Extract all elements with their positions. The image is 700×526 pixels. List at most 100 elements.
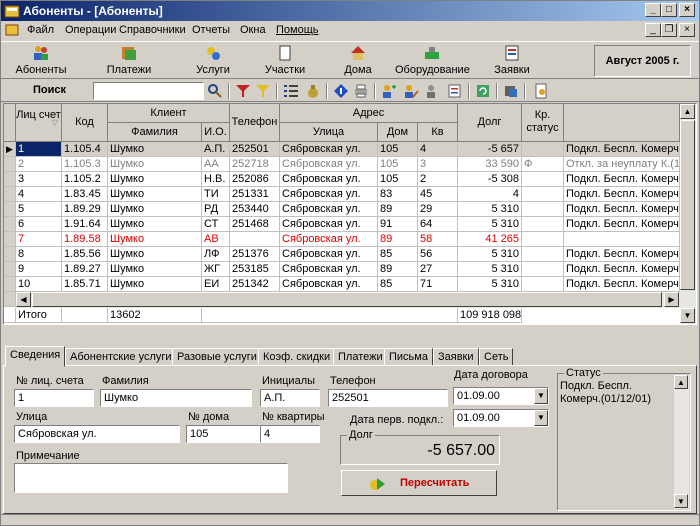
cell-street[interactable]: Сябровская ул.	[280, 217, 378, 232]
cell-io[interactable]: ТИ	[202, 187, 230, 202]
cell-surname[interactable]: Шумко	[108, 202, 202, 217]
cell-flat[interactable]: 64	[418, 217, 458, 232]
cell-surname[interactable]: Шумко	[108, 217, 202, 232]
cell-street[interactable]: Сябровская ул.	[280, 202, 378, 217]
cell-kod[interactable]: 1.105.3	[62, 157, 108, 172]
header-street[interactable]: Улица	[280, 123, 378, 142]
cell-status[interactable]: Подкл. Беспл. Комерч.(01/1	[564, 247, 680, 262]
cell-debt[interactable]: 5 310	[458, 277, 522, 292]
list-view-button[interactable]	[281, 82, 301, 100]
equipment-button[interactable]: Оборудование	[395, 44, 470, 78]
edit-subscriber-button[interactable]	[401, 82, 421, 100]
cell-kr[interactable]	[522, 217, 564, 232]
cell-kr[interactable]	[522, 142, 564, 157]
tab-requests[interactable]: Заявки	[433, 348, 479, 366]
cell-kr[interactable]	[522, 232, 564, 247]
cell-lic[interactable]: 6	[16, 217, 62, 232]
subscribers-button[interactable]: Абоненты	[9, 44, 73, 78]
cell-flat[interactable]: 3	[418, 157, 458, 172]
cell-house[interactable]: 85	[378, 247, 418, 262]
cell-flat[interactable]: 4	[418, 142, 458, 157]
tab-discounts[interactable]: Коэф. скидки	[258, 348, 336, 366]
tab-info[interactable]: Сведения	[5, 346, 66, 367]
cell-kod[interactable]: 1.89.29	[62, 202, 108, 217]
cell-kr[interactable]	[522, 247, 564, 262]
flat-field[interactable]: 4	[260, 425, 320, 443]
refresh-button[interactable]	[473, 82, 493, 100]
header-house[interactable]: Дом	[378, 123, 418, 142]
header-kod[interactable]: Код	[62, 104, 108, 142]
cell-house[interactable]: 105	[378, 157, 418, 172]
note-field[interactable]	[14, 463, 288, 493]
cell-house[interactable]: 91	[378, 217, 418, 232]
tab-subscription-services[interactable]: Абонентские услуги	[65, 348, 177, 366]
first-connection-field[interactable]: 01.09.00 ▼	[453, 409, 549, 427]
cell-flat[interactable]: 56	[418, 247, 458, 262]
cell-kr[interactable]	[522, 202, 564, 217]
minimize-button[interactable]: _	[645, 3, 661, 17]
cell-surname[interactable]: Шумко	[108, 157, 202, 172]
grid-vscrollbar[interactable]: ▲ ▼	[680, 104, 696, 324]
cell-io[interactable]: ЛФ	[202, 247, 230, 262]
surname-field[interactable]: Шумко	[100, 389, 252, 407]
cell-kod[interactable]: 1.85.56	[62, 247, 108, 262]
tab-network[interactable]: Сеть	[479, 348, 514, 366]
cell-surname[interactable]: Шумко	[108, 277, 202, 292]
header-lic[interactable]: Лиц счет ▽	[16, 104, 62, 142]
status-vscrollbar[interactable]: ▲ ▼	[674, 375, 689, 509]
cell-phone[interactable]: 251376	[230, 247, 280, 262]
mdi-restore-button[interactable]: ❐	[661, 23, 677, 37]
requests-button[interactable]: Заявки	[481, 44, 543, 78]
clear-filter-button[interactable]	[253, 82, 273, 100]
header-status[interactable]	[564, 104, 680, 142]
cell-street[interactable]: Сябровская ул.	[280, 262, 378, 277]
scroll-left-arrow-icon[interactable]: ◀	[16, 292, 31, 307]
header-kr-status[interactable]: Кр. статус	[522, 104, 564, 142]
cell-phone[interactable]: 251342	[230, 277, 280, 292]
cell-kr[interactable]: Ф	[522, 157, 564, 172]
row-indicator[interactable]	[4, 217, 16, 232]
cell-flat[interactable]: 29	[418, 202, 458, 217]
cell-status[interactable]: Подкл. Беспл. Комерч.(01/1	[564, 142, 680, 157]
cell-lic[interactable]: 4	[16, 187, 62, 202]
row-indicator[interactable]	[4, 172, 16, 187]
cell-kod[interactable]: 1.89.58	[62, 232, 108, 247]
lic-field[interactable]: 1	[14, 389, 94, 407]
cell-lic[interactable]: 10	[16, 277, 62, 292]
cell-house[interactable]: 89	[378, 262, 418, 277]
cell-io[interactable]: АА	[202, 157, 230, 172]
cell-io[interactable]: ЕИ	[202, 277, 230, 292]
cell-kod[interactable]: 1.83.45	[62, 187, 108, 202]
search-button[interactable]	[205, 82, 225, 100]
header-surname[interactable]: Фамилия	[108, 123, 202, 142]
row-indicator[interactable]	[4, 157, 16, 172]
cell-flat[interactable]: 71	[418, 277, 458, 292]
cell-lic[interactable]: 7	[16, 232, 62, 247]
cell-debt[interactable]: 4	[458, 187, 522, 202]
cell-kod[interactable]: 1.89.27	[62, 262, 108, 277]
tab-letters[interactable]: Письма	[384, 348, 433, 366]
cell-phone[interactable]: 252718	[230, 157, 280, 172]
scroll-thumb[interactable]	[680, 120, 695, 290]
cell-lic[interactable]: 9	[16, 262, 62, 277]
cell-kr[interactable]	[522, 172, 564, 187]
cell-kr[interactable]	[522, 262, 564, 277]
cell-kr[interactable]	[522, 277, 564, 292]
cell-lic[interactable]: 1	[16, 142, 62, 157]
cell-surname[interactable]: Шумко	[108, 247, 202, 262]
print-button[interactable]	[351, 82, 371, 100]
status-scroll-down-icon[interactable]: ▼	[674, 494, 688, 508]
payments-button[interactable]: Платежи	[97, 44, 161, 78]
first-connection-dropdown-icon[interactable]: ▼	[534, 410, 548, 426]
cell-status[interactable]: Подкл. Беспл. Комерч.(01/1	[564, 262, 680, 277]
search-input[interactable]	[93, 82, 204, 100]
cell-status[interactable]: Подкл. Беспл. Комерч.(01/1	[564, 217, 680, 232]
header-debt[interactable]: Долг	[458, 104, 522, 142]
cell-street[interactable]: Сябровская ул.	[280, 142, 378, 157]
header-initials[interactable]: И.О.	[202, 123, 230, 142]
info-button[interactable]	[331, 82, 351, 100]
cell-street[interactable]: Сябровская ул.	[280, 232, 378, 247]
close-button[interactable]: ×	[679, 3, 695, 17]
tab-payments[interactable]: Платежи	[333, 348, 388, 366]
cell-kod[interactable]: 1.105.2	[62, 172, 108, 187]
